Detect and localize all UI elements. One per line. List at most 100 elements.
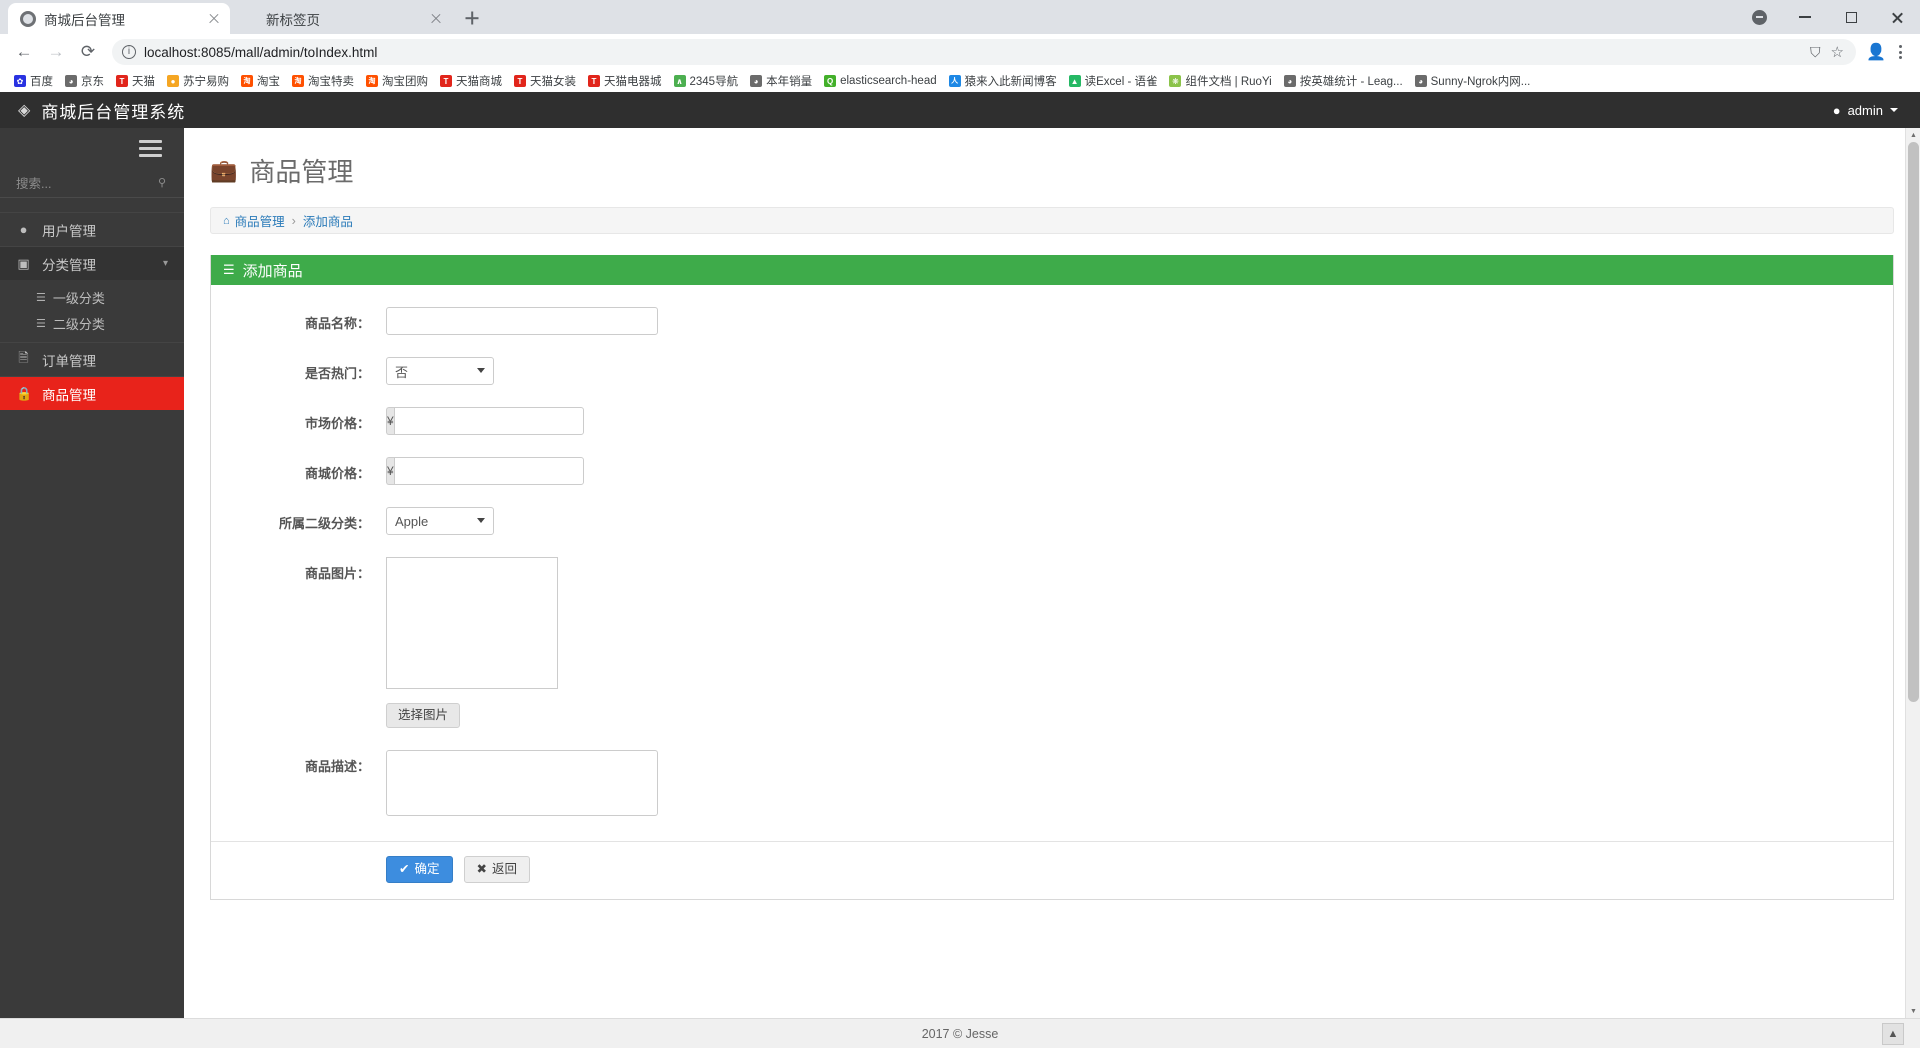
bookmark-item[interactable]: ✿ 百度 [8,71,59,91]
bookmark-item[interactable]: ∧ 2345导航 [668,71,745,91]
category-icon: ▣ [17,255,30,271]
bookmark-item[interactable]: ◕ Sunny-Ngrok内网... [1409,71,1537,91]
sidebar-item-orders[interactable]: 🗎 订单管理 [0,342,184,376]
bookmark-favicon: ◕ [65,75,77,87]
bookmark-item[interactable]: 淘淘宝特卖 [286,71,360,91]
user-icon: ● [19,222,28,237]
form-row-product-name: 商品名称： [211,307,1893,335]
bookmark-item[interactable]: 淘淘宝 [235,71,286,91]
chrome-menu-icon[interactable] [1890,45,1910,59]
new-tab-button[interactable] [458,4,486,32]
search-input[interactable]: 搜索... [16,173,152,192]
bookmark-item[interactable]: ▲ 读Excel - 语雀 [1063,71,1164,91]
bookmark-label: 天猫女装 [530,76,576,88]
bookmark-item[interactable]: 人猿来入此新闻博客 [943,71,1063,91]
market-price-input[interactable] [393,407,584,435]
confirm-button-label: 确定 [414,862,440,877]
breadcrumb-item-add[interactable]: 添加商品 [303,211,353,230]
subcategory-selected-value: Apple [395,513,429,529]
label-mall-price: 商城价格： [304,466,370,481]
is-hot-select[interactable]: 否 [386,357,494,385]
sidebar-subitem-label: 二级分类 [52,316,105,332]
maximize-button[interactable] [1828,0,1874,34]
check-icon: ✔ [399,862,410,877]
breadcrumb-item-products[interactable]: 商品管理 [235,211,285,230]
sidebar-item-category[interactable]: ▣ 分类管理 ▾ [0,246,184,280]
chevron-up-icon: ▲ [1887,1028,1899,1040]
profile-avatar-icon[interactable]: 👤 [1866,42,1886,62]
panel-header: ☰ 添加商品 [211,255,1893,285]
save-page-icon[interactable]: ⛉ [1810,44,1821,61]
sidebar-subitem-level1[interactable]: ☰ 一级分类 [0,284,184,310]
browser-tab-active[interactable]: 商城后台管理 [8,3,230,34]
star-icon[interactable]: ☆ [1831,43,1844,61]
browser-tab-newtab[interactable]: 新标签页 [230,3,452,34]
back-button[interactable]: ✖ 返回 [463,856,530,883]
bookmark-item[interactable]: 淘淘宝团购 [360,71,434,91]
close-window-button[interactable] [1874,0,1920,34]
yuan-icon: ¥ [386,457,394,485]
sidebar-toggle-button[interactable] [0,128,184,168]
bookmark-favicon: ◕ [750,75,763,87]
mall-price-input[interactable] [393,457,584,485]
reload-icon[interactable]: ⟳ [74,38,102,66]
page-scrollbar[interactable]: ▲ ▼ [1905,128,1920,1018]
bookmark-favicon: ◕ [1283,75,1296,87]
bookmark-item[interactable]: T 天猫 [110,71,161,91]
scrollbar-thumb[interactable] [1908,142,1919,702]
bookmark-label: 组件文档 | RuoYi [1185,76,1272,88]
bookmark-favicon: T [588,75,600,87]
bars-icon: ☰ [223,262,235,277]
bookmark-item[interactable]: ◕ 京东 [59,71,110,91]
product-description-textarea[interactable] [386,750,658,816]
bookmarks-bar: ✿ 百度 ◕ 京东 T 天猫 ● 苏宁易购 淘淘宝 淘淘宝特卖 淘淘宝团购 T 天猫商城 … [0,70,1920,92]
minimize-button[interactable] [1782,0,1828,34]
bookmark-item[interactable]: ◕ 本年销量 [744,71,818,91]
sidebar-subitem-level2[interactable]: ☰ 二级分类 [0,310,184,336]
bookmark-favicon: ❋ [1169,75,1182,87]
bookmark-item[interactable]: ❋ 组件文档 | RuoYi [1163,71,1277,91]
extension-indicator-icon[interactable] [1736,0,1782,34]
app-brand[interactable]: ◈ 商城后台管理系统 [18,98,185,123]
scroll-to-top-button[interactable]: ▲ [1882,1023,1904,1045]
bookmark-item[interactable]: T 天猫商城 [434,71,508,91]
panel-body: 商品名称： 是否热门： 否 市场价格： ¥ 商城价格： ¥ 所属二级分类： Ap… [211,285,1893,899]
home-icon[interactable]: ⌂ [223,215,230,227]
bookmark-label: 天猫商城 [456,76,502,88]
bookmark-label: 按英雄统计 - Leag... [1299,76,1403,88]
panel-header-label: 添加商品 [242,262,303,280]
bookmark-item[interactable]: T 天猫电器城 [582,71,668,91]
subcategory-select[interactable]: Apple [386,507,494,535]
bookmark-item[interactable]: T 天猫女装 [508,71,582,91]
globe-icon [20,10,36,27]
close-icon[interactable] [206,11,222,27]
scroll-up-arrow-icon[interactable]: ▲ [1906,128,1920,142]
sidebar-item-products[interactable]: 🔒 商品管理 [0,376,184,410]
product-name-input[interactable] [386,307,658,335]
forward-icon[interactable]: → [42,38,70,66]
site-info-icon[interactable]: i [122,45,136,59]
bookmark-favicon: 淘 [292,75,304,87]
address-bar[interactable]: i localhost:8085/mall/admin/toIndex.html… [112,39,1856,65]
market-price-group: ¥ [386,407,584,435]
bag-icon: 💼 [210,157,238,183]
user-menu[interactable]: ● admin [1833,103,1898,118]
choose-image-button[interactable]: 选择图片 [386,703,461,728]
sidebar-item-users[interactable]: ● 用户管理 [0,212,184,246]
confirm-button[interactable]: ✔ 确定 [386,856,453,883]
close-icon[interactable] [428,11,444,27]
page-title-text: 商品管理 [249,157,354,187]
back-icon[interactable]: ← [10,38,38,66]
bookmark-item[interactable]: Qelasticsearch-head [818,73,943,89]
bookmark-label: elasticsearch-head [840,75,937,87]
scroll-down-arrow-icon[interactable]: ▼ [1906,1004,1920,1018]
tab-title: 新标签页 [266,12,320,28]
username-label: admin [1847,102,1883,118]
search-icon[interactable]: ⚲ [158,176,166,189]
sidebar-search[interactable]: 搜索... ⚲ [0,168,184,198]
sidebar-item-label: 分类管理 [42,257,96,273]
blank-favicon [242,11,258,27]
bookmark-item[interactable]: ● 苏宁易购 [161,71,235,91]
bookmark-item[interactable]: ◕ 按英雄统计 - Leag... [1278,71,1409,91]
lock-icon: 🔒 [16,385,33,401]
